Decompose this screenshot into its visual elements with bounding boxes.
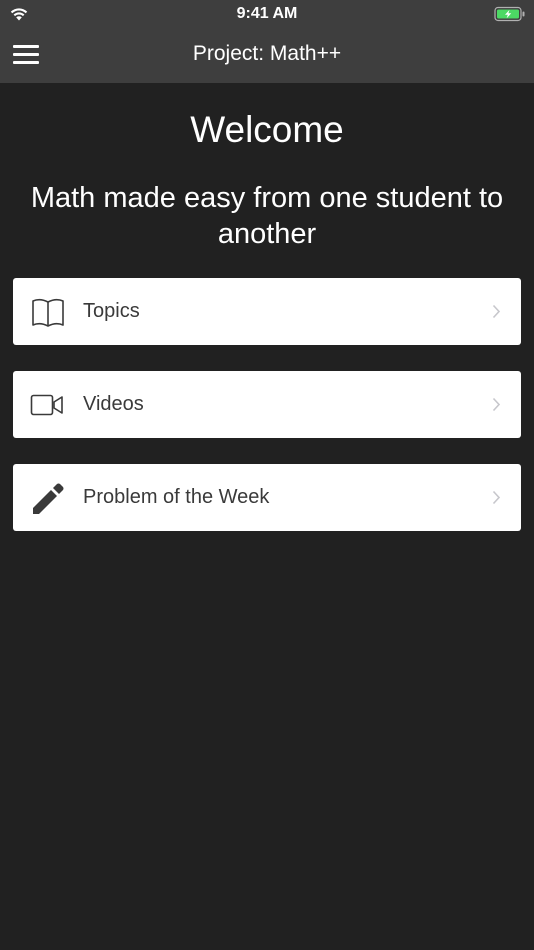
videos-button[interactable]: Videos bbox=[13, 371, 521, 438]
battery-charging-icon bbox=[494, 6, 525, 22]
topics-label: Topics bbox=[83, 300, 140, 322]
chevron-right-icon bbox=[492, 490, 501, 505]
chevron-right-icon bbox=[492, 304, 501, 319]
problem-of-the-week-button[interactable]: Problem of the Week bbox=[13, 464, 521, 531]
chevron-right-icon bbox=[492, 397, 501, 412]
problem-of-the-week-label: Problem of the Week bbox=[83, 486, 270, 508]
status-bar: 9:41 AM bbox=[0, 0, 534, 27]
video-camera-icon bbox=[30, 394, 63, 416]
tagline: Math made easy from one student to anoth… bbox=[30, 182, 504, 250]
book-icon bbox=[32, 298, 64, 327]
topics-button[interactable]: Topics bbox=[13, 278, 521, 345]
page-title: Project: Math++ bbox=[192, 42, 342, 65]
videos-label: Videos bbox=[83, 393, 144, 415]
pencil-icon bbox=[33, 483, 64, 514]
welcome-heading: Welcome bbox=[190, 109, 344, 150]
navigation-bar: Project: Math++ bbox=[0, 27, 534, 83]
status-time: 9:41 AM bbox=[236, 5, 298, 22]
